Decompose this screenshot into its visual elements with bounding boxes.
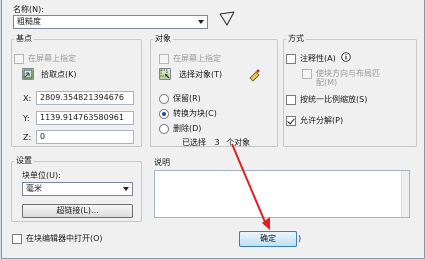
objects-specify-label: 在屏幕上指定 xyxy=(173,54,221,63)
annotative-label[interactable]: 注释性(A) xyxy=(300,54,336,64)
open-in-editor-label[interactable]: 在块编辑器中打开(O) xyxy=(26,234,103,244)
block-preview-icon xyxy=(219,11,235,26)
behavior-title: 方式 xyxy=(286,34,306,44)
hyperlink-button[interactable]: 超链接(L)... xyxy=(22,204,133,218)
open-in-editor-checkbox[interactable] xyxy=(12,234,22,244)
annotation-arrow-icon xyxy=(231,143,270,230)
z-field[interactable]: 0 xyxy=(36,130,134,144)
z-label: Z: xyxy=(23,133,32,142)
selected-prefix: 已选择 xyxy=(182,138,206,147)
x-field[interactable]: 2809.354821394676 xyxy=(36,91,134,105)
y-label: Y: xyxy=(23,114,30,123)
quick-select-icon[interactable] xyxy=(248,68,262,82)
partial-button-text: ) xyxy=(298,234,302,243)
name-label: 名称(N): xyxy=(13,5,44,14)
pick-point-icon[interactable] xyxy=(22,68,34,80)
basepoint-specify-checkbox[interactable] xyxy=(14,54,24,64)
retain-radio[interactable] xyxy=(159,94,169,104)
basepoint-title: 基点 xyxy=(14,34,34,44)
name-value: 粗糙度 xyxy=(17,17,41,26)
block-definition-dialog: 名称(N): 粗糙度 基点 在屏幕上指定 拾取点(K) X: 2809.3548… xyxy=(1,0,425,259)
chevron-down-icon[interactable] xyxy=(198,20,204,24)
block-unit-label: 块单位(U): xyxy=(22,171,61,180)
chevron-down-icon[interactable] xyxy=(123,187,129,191)
allow-exploding-checkbox[interactable] xyxy=(286,116,296,126)
convert-to-block-label[interactable]: 转换为块(C) xyxy=(173,109,217,119)
block-unit-combo[interactable]: 毫米 xyxy=(22,182,133,196)
name-combo[interactable]: 粗糙度 xyxy=(13,15,208,29)
description-textarea[interactable] xyxy=(154,170,410,218)
convert-to-block-radio[interactable] xyxy=(159,109,169,119)
retain-label[interactable]: 保留(R) xyxy=(173,94,201,104)
settings-title: 设置 xyxy=(14,156,34,166)
match-orientation-label: 使块方向与布局匹配(M) xyxy=(316,69,380,87)
annotative-checkbox[interactable] xyxy=(286,54,296,64)
objects-specify-checkbox[interactable] xyxy=(159,54,169,64)
select-objects-icon[interactable] xyxy=(159,68,171,80)
scale-uniformly-checkbox[interactable] xyxy=(286,95,296,105)
delete-radio[interactable] xyxy=(159,124,169,134)
block-unit-value: 毫米 xyxy=(26,184,42,193)
info-icon[interactable] xyxy=(341,52,351,62)
match-orientation-checkbox[interactable] xyxy=(302,69,312,79)
description-title: 说明 xyxy=(154,158,170,167)
y-field[interactable]: 1139.914763580961 xyxy=(36,111,134,125)
basepoint-specify-label: 在屏幕上指定 xyxy=(28,54,76,63)
allow-exploding-label[interactable]: 允许分解(P) xyxy=(300,116,343,126)
x-label: X: xyxy=(23,94,32,103)
pick-point-label[interactable]: 拾取点(K) xyxy=(41,70,77,80)
objects-title: 对象 xyxy=(153,34,173,44)
delete-label[interactable]: 删除(D) xyxy=(173,124,201,134)
description-scrollbar[interactable] xyxy=(401,171,409,217)
scale-uniformly-label[interactable]: 按统一比例缩放(S) xyxy=(300,95,367,105)
select-objects-label[interactable]: 选择对象(T) xyxy=(179,70,222,80)
